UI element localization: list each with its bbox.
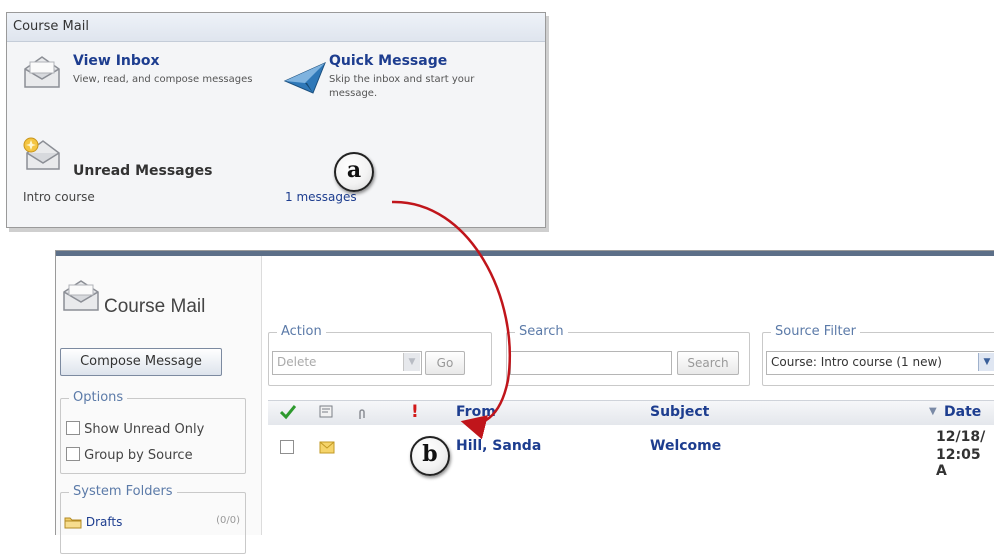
course-mail-page: Course Mail Compose Message Options Show…: [55, 250, 994, 554]
priority-exclamation-icon[interactable]: !: [411, 402, 419, 422]
view-inbox-description: View, read, and compose messages: [73, 74, 253, 85]
search-button[interactable]: Search: [677, 351, 739, 375]
search-legend: Search: [515, 324, 568, 339]
source-filter-fieldset: Source Filter Course: Intro course (1 ne…: [762, 324, 994, 386]
page-title: Course Mail: [104, 296, 206, 317]
show-unread-only-label: Show Unread Only: [84, 422, 205, 437]
row-subject-link[interactable]: Welcome: [650, 438, 721, 454]
from-column-header[interactable]: From: [456, 404, 496, 420]
folder-icon: [64, 515, 82, 532]
chevron-down-icon: ▼: [978, 353, 994, 371]
show-unread-only-checkbox[interactable]: [66, 421, 80, 435]
mail-sidebar: Course Mail Compose Message Options Show…: [56, 256, 262, 554]
view-inbox-tile[interactable]: View Inbox View, read, and compose messa…: [21, 53, 281, 113]
paperclip-icon[interactable]: [358, 406, 366, 425]
unread-messages-title: Unread Messages: [73, 163, 213, 179]
new-mail-icon: [21, 135, 61, 171]
group-by-source-checkbox[interactable]: [66, 447, 80, 461]
drafts-count: (0/0): [216, 515, 240, 526]
options-fieldset: Options Show Unread Only Group by Source: [60, 390, 246, 474]
quick-message-tile[interactable]: Quick Message Skip the inbox and start y…: [283, 53, 523, 123]
quick-message-description: Skip the inbox and start your message.: [329, 74, 475, 99]
drafts-label: Drafts: [85, 515, 123, 529]
action-fieldset: Action Delete ▼ Go: [268, 324, 492, 386]
source-filter-legend: Source Filter: [771, 324, 860, 339]
row-date-line1: 12/18/: [936, 429, 986, 445]
group-by-source-option[interactable]: Group by Source: [66, 447, 193, 463]
widget-header: Course Mail: [7, 13, 545, 42]
mail-main-area: Action Delete ▼ Go Search Search Source …: [262, 256, 994, 535]
table-row[interactable]: Hill, Sanda Welcome 12/18/ 12:05 A: [268, 425, 994, 479]
unread-envelope-icon: [319, 439, 335, 458]
callout-badge-a: a: [334, 152, 374, 192]
search-fieldset: Search Search: [506, 324, 750, 386]
action-select[interactable]: Delete ▼: [272, 351, 422, 375]
search-input[interactable]: [510, 351, 672, 375]
check-icon[interactable]: [279, 404, 297, 424]
action-selected-value: Delete: [277, 355, 317, 369]
unread-messages-tile: Unread Messages Intro course 1 messages: [21, 135, 521, 215]
row-select-checkbox[interactable]: [280, 440, 294, 454]
message-table-header: ! From Subject ▼ Date: [268, 400, 994, 426]
source-filter-selected: Course: Intro course (1 new): [771, 355, 942, 369]
row-date-line2: 12:05 A: [936, 447, 981, 479]
action-legend: Action: [277, 324, 326, 339]
show-unread-only-option[interactable]: Show Unread Only: [66, 421, 204, 437]
message-type-icon[interactable]: [318, 404, 334, 424]
source-filter-select[interactable]: Course: Intro course (1 new) ▼: [766, 351, 994, 375]
paper-plane-icon: [283, 61, 326, 97]
course-mail-logo-icon: [61, 278, 101, 318]
subject-column-header[interactable]: Subject: [650, 404, 709, 420]
options-legend: Options: [69, 390, 128, 405]
row-from-link[interactable]: Hill, Sanda: [456, 438, 541, 454]
callout-badge-b: b: [410, 436, 450, 476]
drafts-folder-item[interactable]: Drafts (0/0): [64, 515, 240, 532]
group-by-source-label: Group by Source: [84, 448, 193, 463]
quick-message-link[interactable]: Quick Message: [329, 53, 447, 69]
date-column-header[interactable]: Date: [944, 404, 981, 420]
course-mail-widget: Course Mail View Inbox View, read, and c…: [6, 12, 546, 228]
unread-course-name: Intro course: [23, 190, 95, 204]
system-folders-legend: System Folders: [69, 484, 177, 499]
compose-message-button[interactable]: Compose Message: [60, 348, 222, 376]
system-folders-fieldset: System Folders Drafts (0/0): [60, 484, 246, 554]
unread-count-link[interactable]: 1 messages: [285, 190, 357, 204]
view-inbox-link[interactable]: View Inbox: [73, 53, 160, 69]
date-sort-indicator: ▼: [929, 406, 937, 417]
chevron-down-icon: ▼: [403, 353, 420, 371]
envelope-icon: [21, 53, 61, 89]
action-go-button[interactable]: Go: [425, 351, 465, 375]
